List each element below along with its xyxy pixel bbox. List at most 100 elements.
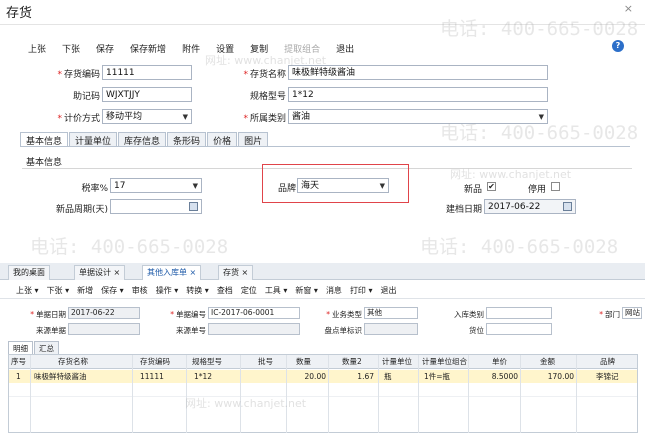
stocktake-field[interactable] — [364, 323, 418, 335]
exit-button[interactable]: 退出 — [377, 284, 401, 297]
col-divider — [378, 355, 379, 433]
help-icon[interactable]: ? — [612, 40, 624, 52]
print-button[interactable]: 打印 ▾ — [346, 284, 377, 297]
spec-field[interactable]: 1*12 — [288, 87, 548, 102]
code-label: * 存货编码 — [57, 70, 100, 80]
col-header-spec: 规格型号 — [192, 357, 222, 366]
prev-dropdown-button[interactable]: 上张 ▾ — [12, 284, 43, 297]
doc-date-field[interactable]: 2017-06-22 — [68, 307, 140, 319]
tab-my-desktop[interactable]: 我的桌面 — [8, 265, 50, 280]
tab-units[interactable]: 计量单位 — [69, 132, 118, 147]
in-type-select[interactable] — [486, 307, 552, 319]
new-checkbox[interactable]: ✔ — [487, 182, 496, 191]
window-title: 存货 — [6, 6, 33, 21]
cell-qty[interactable]: 20.00 — [298, 370, 326, 383]
col-divider — [576, 355, 577, 433]
col-divider — [186, 355, 187, 433]
col-header-qty: 数量 — [296, 357, 311, 366]
col-header-qty2: 数量2 — [342, 357, 362, 366]
doc-no-field[interactable]: IC-2017-06-0001 — [208, 307, 300, 319]
dept-field[interactable]: 网站 — [622, 307, 642, 319]
tab-inventory-info[interactable]: 库存信息 — [118, 132, 167, 147]
detail-tabs: 基本信息 计量单位 库存信息 条形码 价格 图片 — [20, 132, 269, 147]
new-label: 新品 — [463, 185, 482, 195]
prev-button[interactable]: 上张 — [20, 40, 54, 58]
settings-button[interactable]: 设置 — [208, 40, 242, 58]
cell-brand[interactable]: 李锦记 — [596, 370, 634, 383]
cell-qty2[interactable]: 1.67 — [346, 370, 374, 383]
chevron-down-icon: ▼ — [192, 182, 198, 190]
new-window-button[interactable]: 新窗 ▾ — [291, 284, 322, 297]
src-no-field[interactable] — [208, 323, 300, 335]
position-field[interactable] — [486, 323, 552, 335]
copy-button[interactable]: 复制 — [242, 40, 276, 58]
tab-barcode[interactable]: 条形码 — [167, 132, 207, 147]
brand-label: 品牌 — [277, 184, 296, 194]
name-field[interactable]: 味极鲜特级酱油 — [288, 65, 548, 80]
cell-code[interactable]: 11111 — [140, 370, 184, 383]
operate-button[interactable]: 操作 ▾ — [152, 284, 183, 297]
cell-unit[interactable]: 瓶 — [384, 370, 414, 383]
cell-spec[interactable]: 1*12 — [194, 370, 238, 383]
src-doc-field[interactable] — [68, 323, 140, 335]
calendar-icon — [189, 202, 198, 211]
category-label: * 所属类别 — [243, 114, 286, 124]
tab-other-inbound[interactable]: 其他入库单 × — [142, 265, 202, 280]
tab-form-design[interactable]: 单据设计 × — [74, 265, 126, 280]
save-dropdown-button[interactable]: 保存 ▾ — [97, 284, 128, 297]
cell-name[interactable]: 味极鲜特级酱油 — [34, 370, 130, 383]
message-button[interactable]: 消息 — [322, 284, 346, 297]
extract-combo-button[interactable]: 提取组合 — [276, 40, 328, 58]
convert-button[interactable]: 转换 ▾ — [182, 284, 213, 297]
spec-label: 规格型号 — [249, 92, 286, 102]
in-type-label: 入库类别 — [454, 310, 484, 319]
next-button[interactable]: 下张 — [54, 40, 88, 58]
col-divider — [132, 355, 133, 433]
col-divider — [328, 355, 329, 433]
pricing-select[interactable]: 移动平均 ▼ — [102, 109, 192, 124]
tab-price[interactable]: 价格 — [207, 132, 238, 147]
category-select[interactable]: 酱油 ▼ — [288, 109, 548, 124]
tax-select[interactable]: 17 ▼ — [110, 178, 202, 193]
mnemonic-field[interactable]: WJXTJJY — [102, 87, 192, 102]
code-field[interactable]: 11111 — [102, 65, 192, 80]
next-dropdown-button[interactable]: 下张 ▾ — [43, 284, 74, 297]
cell-unit-combo[interactable]: 1件=瓶 — [424, 370, 466, 383]
close-icon[interactable]: × — [624, 2, 633, 15]
save-new-button[interactable]: 保存新增 — [122, 40, 174, 58]
locate-button[interactable]: 定位 — [237, 284, 261, 297]
tab-summary[interactable]: 汇总 — [34, 341, 59, 355]
tab-basic-info[interactable]: 基本信息 — [20, 132, 69, 147]
biz-type-select[interactable]: 其他 — [364, 307, 418, 319]
chevron-down-icon: ▼ — [182, 113, 188, 121]
tools-button[interactable]: 工具 ▾ — [261, 284, 292, 297]
attachment-button[interactable]: 附件 — [174, 40, 208, 58]
toolbar: 上张 下张 保存 保存新增 附件 设置 复制 提取组合 退出 — [20, 40, 362, 58]
audit-button[interactable]: 审核 — [128, 284, 152, 297]
cell-price[interactable]: 8.5000 — [476, 370, 518, 383]
watermark-phone: 电话: 400-665-0028 — [440, 18, 639, 40]
new-cycle-label: 新品周期(天) — [55, 205, 108, 215]
doc-no-label: * 单据编号 — [170, 310, 206, 319]
save-button[interactable]: 保存 — [88, 40, 122, 58]
toolbar-divider — [0, 298, 645, 299]
watermark-phone: 电话: 400-665-0028 — [420, 236, 619, 258]
new-cycle-field[interactable] — [110, 199, 202, 214]
dept-label: * 部门 — [599, 310, 620, 319]
brand-select[interactable]: 海天 ▼ — [297, 178, 389, 193]
col-header-amount: 金额 — [540, 357, 555, 366]
created-date-field[interactable]: 2017-06-22 — [484, 199, 576, 214]
tab-inventory[interactable]: 存货 × — [218, 265, 254, 280]
col-divider — [468, 355, 469, 433]
tab-image[interactable]: 图片 — [238, 132, 269, 147]
tab-detail[interactable]: 明细 — [8, 341, 33, 355]
tabs-divider — [20, 146, 630, 147]
lookup-button[interactable]: 查档 — [213, 284, 237, 297]
table-row-empty[interactable] — [9, 384, 637, 397]
disabled-checkbox[interactable] — [551, 182, 560, 191]
new-button[interactable]: 新增 — [73, 284, 97, 297]
col-header-price: 单价 — [492, 357, 507, 366]
exit-button[interactable]: 退出 — [328, 40, 362, 58]
col-header-index: 序号 — [11, 357, 26, 366]
cell-amount[interactable]: 170.00 — [528, 370, 574, 383]
